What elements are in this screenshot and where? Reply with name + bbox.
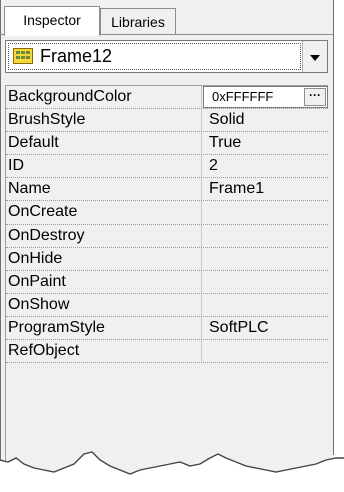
property-grid: BackgroundColor 0xFFFFFF ··· BrushStyle … (6, 86, 328, 364)
dropdown-button[interactable] (302, 41, 327, 72)
property-value[interactable] (203, 271, 328, 293)
property-name: OnDestroy (6, 224, 202, 247)
property-value[interactable] (203, 248, 328, 270)
property-name: BackgroundColor (6, 86, 202, 109)
property-name: OnShow (6, 293, 202, 316)
property-name: OnHide (6, 247, 202, 270)
property-value[interactable]: True (203, 132, 328, 154)
property-name: ProgramStyle (6, 316, 202, 340)
property-row-oncreate[interactable]: OnCreate (6, 201, 328, 225)
property-row-onpaint[interactable]: OnPaint (6, 270, 328, 294)
property-name: RefObject (6, 340, 202, 363)
property-row-programstyle[interactable]: ProgramStyle SoftPLC (6, 316, 328, 341)
property-value[interactable] (203, 201, 328, 223)
property-row-default[interactable]: Default True (6, 132, 328, 156)
property-name: ID (6, 155, 202, 178)
property-row-ondestroy[interactable]: OnDestroy (6, 224, 328, 248)
panel-right-border (333, 0, 334, 455)
selector-value: Frame12 (40, 46, 113, 66)
property-value[interactable] (203, 225, 328, 247)
property-row-onshow[interactable]: OnShow (6, 293, 328, 317)
property-name: OnCreate (6, 201, 202, 224)
property-value[interactable] (203, 294, 328, 316)
property-row-refobject[interactable]: RefObject (6, 340, 328, 364)
chevron-down-icon (310, 55, 320, 61)
tab-libraries[interactable]: Libraries (100, 8, 176, 34)
property-name: Name (6, 178, 202, 201)
property-name: Default (6, 132, 202, 155)
tab-inspector[interactable]: Inspector (4, 6, 100, 36)
property-value[interactable]: Solid (203, 109, 328, 131)
property-row-id[interactable]: ID 2 (6, 155, 328, 179)
property-name: OnPaint (6, 270, 202, 293)
inspector-panel: Inspector Libraries Frame12 BackgroundCo… (0, 0, 333, 492)
property-row-onhide[interactable]: OnHide (6, 247, 328, 271)
torn-edge (0, 451, 344, 492)
ellipsis-button[interactable]: ··· (304, 88, 326, 106)
property-value[interactable] (203, 340, 328, 362)
property-name: BrushStyle (6, 109, 202, 132)
frame-icon (13, 48, 33, 64)
object-selector[interactable]: Frame12 (5, 40, 328, 73)
property-value[interactable]: SoftPLC (203, 317, 328, 339)
property-row-name[interactable]: Name Frame1 (6, 178, 328, 202)
property-value[interactable]: 0xFFFFFF (212, 89, 273, 104)
property-row-backgroundcolor[interactable]: BackgroundColor 0xFFFFFF ··· (6, 86, 328, 110)
property-value-editor[interactable]: 0xFFFFFF ··· (203, 86, 328, 109)
property-row-brushstyle[interactable]: BrushStyle Solid (6, 109, 328, 133)
property-value[interactable]: 2 (203, 155, 328, 177)
property-value[interactable]: Frame1 (203, 178, 328, 200)
